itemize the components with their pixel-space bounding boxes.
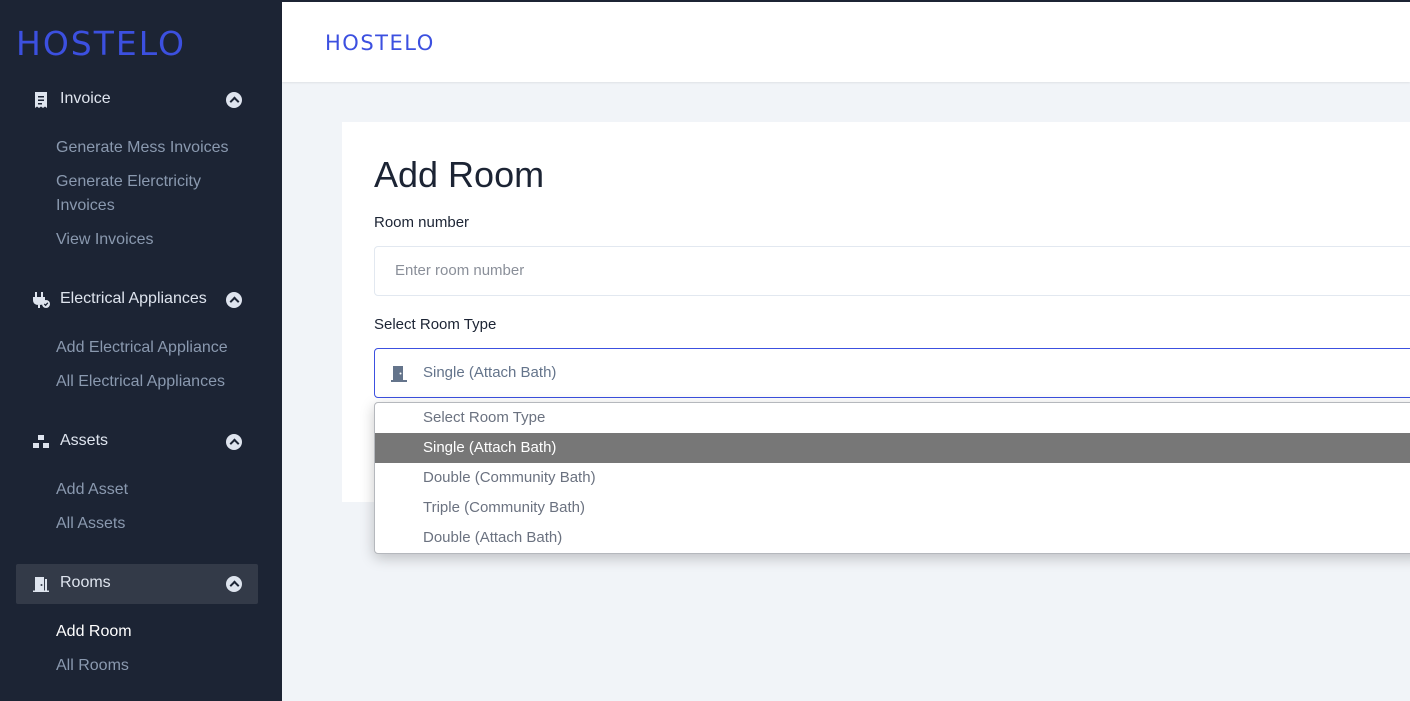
chevron-up-icon[interactable]	[226, 434, 242, 450]
sidebar: HOSTELO Invoice Generate Mess Invoices G…	[0, 0, 282, 701]
room-number-placeholder: Enter room number	[395, 262, 525, 279]
room-type-label: Select Room Type	[374, 316, 497, 333]
room-type-option-highlighted[interactable]: Single (Attach Bath)	[375, 433, 1410, 463]
header-logo[interactable]: HOSTELO	[325, 31, 435, 55]
room-type-dropdown[interactable]: Select Room Type Single (Attach Bath) Do…	[374, 402, 1410, 554]
room-type-select[interactable]: Single (Attach Bath)	[374, 348, 1410, 398]
sidebar-logo[interactable]: HOSTELO	[16, 24, 186, 63]
room-number-label: Room number	[374, 214, 470, 231]
sidebar-item-all-rooms[interactable]: All Rooms	[56, 654, 256, 678]
sidebar-group-label: Electrical Appliances	[60, 290, 207, 307]
boxes-icon	[33, 435, 49, 448]
room-number-input[interactable]: Enter room number	[374, 246, 1410, 296]
room-type-value: Single (Attach Bath)	[423, 364, 557, 381]
room-type-option[interactable]: Select Room Type	[375, 403, 1410, 433]
receipt-icon	[35, 92, 47, 108]
door-icon	[33, 577, 49, 592]
sidebar-item-add-room[interactable]: Add Room	[56, 620, 256, 644]
room-type-option[interactable]: Double (Community Bath)	[375, 463, 1410, 493]
sidebar-item-add-electrical-appliance[interactable]: Add Electrical Appliance	[56, 336, 256, 360]
room-type-option[interactable]: Double (Attach Bath)	[375, 523, 1410, 553]
chevron-up-icon[interactable]	[226, 576, 242, 592]
sidebar-group-label: Assets	[60, 432, 109, 449]
sidebar-item-all-assets[interactable]: All Assets	[56, 512, 256, 536]
sidebar-item-view-invoices[interactable]: View Invoices	[56, 228, 256, 252]
chevron-up-icon[interactable]	[226, 292, 242, 308]
plug-icon	[33, 292, 50, 308]
door-icon	[391, 366, 407, 382]
sidebar-item-generate-electricity-invoices[interactable]: Generate Elerctricity Invoices	[56, 170, 256, 218]
chevron-up-icon[interactable]	[226, 92, 242, 108]
sidebar-item-add-asset[interactable]: Add Asset	[56, 478, 256, 502]
sidebar-group-rooms[interactable]: Rooms	[16, 564, 258, 604]
page-title: Add Room	[374, 154, 545, 195]
sidebar-item-generate-mess-invoices[interactable]: Generate Mess Invoices	[56, 136, 256, 160]
top-header: HOSTELO	[282, 0, 1410, 82]
sidebar-group-label: Rooms	[60, 574, 111, 591]
sidebar-group-label: Invoice	[60, 90, 111, 107]
room-type-option[interactable]: Triple (Community Bath)	[375, 493, 1410, 523]
sidebar-group-electrical-appliances[interactable]: Electrical Appliances	[16, 280, 258, 320]
sidebar-group-invoice[interactable]: Invoice	[16, 80, 258, 120]
sidebar-item-all-electrical-appliances[interactable]: All Electrical Appliances	[56, 370, 256, 394]
sidebar-group-assets[interactable]: Assets	[16, 422, 258, 462]
